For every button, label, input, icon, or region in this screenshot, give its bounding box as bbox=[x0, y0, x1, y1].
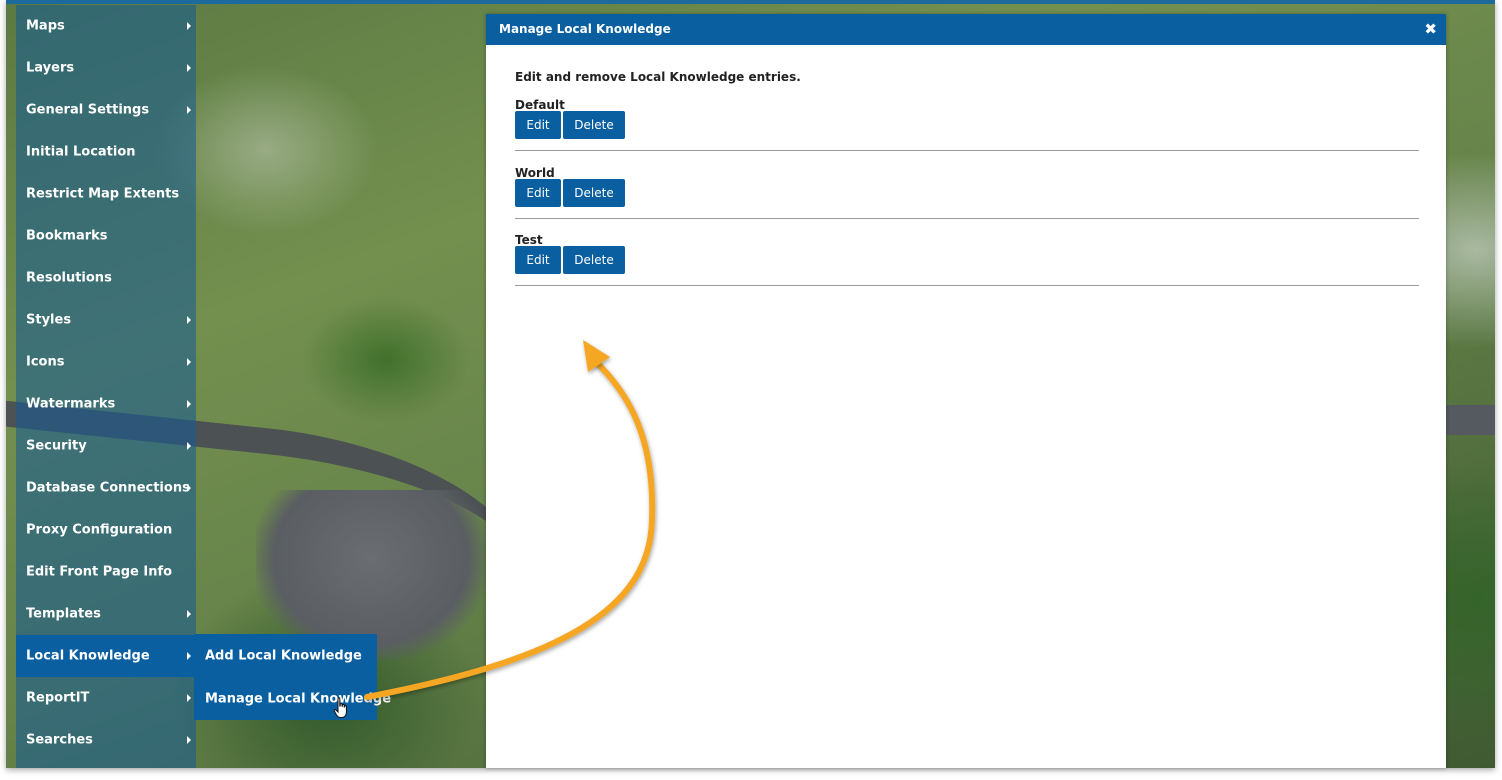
menu-item-searches[interactable]: Searches bbox=[16, 719, 196, 761]
entry-test: Test Edit Delete bbox=[515, 233, 1419, 301]
top-border bbox=[6, 0, 1495, 4]
manage-local-knowledge-dialog: Manage Local Knowledge ✖ Edit and remove… bbox=[486, 14, 1446, 768]
chevron-right-icon bbox=[187, 400, 191, 408]
local-knowledge-submenu: Add Local Knowledge Manage Local Knowled… bbox=[194, 634, 391, 720]
map-road-right bbox=[1446, 405, 1495, 435]
edit-button[interactable]: Edit bbox=[515, 246, 561, 274]
menu-item-layers[interactable]: Layers bbox=[16, 47, 196, 89]
delete-button[interactable]: Delete bbox=[563, 246, 625, 274]
menu-item-local-knowledge[interactable]: Local Knowledge bbox=[16, 635, 196, 677]
chevron-right-icon bbox=[187, 442, 191, 450]
chevron-right-icon bbox=[187, 736, 191, 744]
divider bbox=[515, 285, 1419, 286]
delete-button[interactable]: Delete bbox=[563, 179, 625, 207]
menu-item-resolutions[interactable]: Resolutions bbox=[16, 257, 196, 299]
settings-menu: Maps Layers General Settings Initial Loc… bbox=[16, 5, 196, 768]
menu-item-label: Local Knowledge bbox=[26, 648, 150, 664]
divider bbox=[515, 218, 1419, 219]
menu-item-styles[interactable]: Styles bbox=[16, 299, 196, 341]
chevron-right-icon bbox=[187, 316, 191, 324]
menu-item-label: Icons bbox=[26, 354, 65, 370]
delete-button[interactable]: Delete bbox=[563, 111, 625, 139]
entry-default: Default Edit Delete bbox=[515, 98, 1419, 166]
menu-item-label: Styles bbox=[26, 312, 72, 328]
menu-item-templates[interactable]: Templates bbox=[16, 593, 196, 635]
edit-button[interactable]: Edit bbox=[515, 111, 561, 139]
menu-item-label: Resolutions bbox=[26, 270, 112, 286]
menu-item-icons[interactable]: Icons bbox=[16, 341, 196, 383]
menu-item-label: Layers bbox=[26, 60, 75, 76]
menu-item-restrict-map-extents[interactable]: Restrict Map Extents bbox=[16, 173, 196, 215]
menu-item-maps[interactable]: Maps bbox=[16, 5, 196, 47]
submenu-item-add-local-knowledge[interactable]: Add Local Knowledge bbox=[194, 634, 377, 677]
menu-item-label: Edit Front Page Info bbox=[26, 564, 173, 580]
menu-item-label: Watermarks bbox=[26, 396, 116, 412]
dialog-header: Manage Local Knowledge ✖ bbox=[486, 14, 1446, 45]
submenu-item-manage-local-knowledge[interactable]: Manage Local Knowledge bbox=[194, 677, 391, 720]
menu-item-general-settings[interactable]: General Settings bbox=[16, 89, 196, 131]
menu-item-watermarks[interactable]: Watermarks bbox=[16, 383, 196, 425]
entry-name: Default bbox=[515, 98, 565, 112]
entry-name: Test bbox=[515, 233, 543, 247]
menu-item-label: Maps bbox=[26, 18, 65, 34]
menu-item-label: ReportIT bbox=[26, 690, 90, 706]
menu-item-label: Searches bbox=[26, 732, 93, 748]
chevron-right-icon bbox=[187, 484, 191, 492]
submenu-item-label: Manage Local Knowledge bbox=[205, 691, 392, 706]
menu-item-label: Restrict Map Extents bbox=[26, 186, 180, 202]
chevron-right-icon bbox=[187, 358, 191, 366]
menu-item-label: Bookmarks bbox=[26, 228, 108, 244]
menu-item-bookmarks[interactable]: Bookmarks bbox=[16, 215, 196, 257]
menu-item-reportit[interactable]: ReportIT bbox=[16, 677, 196, 719]
entry-name: World bbox=[515, 166, 555, 180]
menu-item-label: Templates bbox=[26, 606, 101, 622]
submenu-item-label: Add Local Knowledge bbox=[205, 648, 362, 663]
chevron-right-icon bbox=[187, 64, 191, 72]
chevron-right-icon bbox=[187, 106, 191, 114]
close-icon[interactable]: ✖ bbox=[1424, 20, 1437, 38]
dialog-intro-text: Edit and remove Local Knowledge entries. bbox=[515, 70, 801, 84]
menu-item-database-connections[interactable]: Database Connections bbox=[16, 467, 196, 509]
menu-item-label: Initial Location bbox=[26, 144, 136, 160]
chevron-right-icon bbox=[187, 22, 191, 30]
menu-item-initial-location[interactable]: Initial Location bbox=[16, 131, 196, 173]
menu-item-security[interactable]: Security bbox=[16, 425, 196, 467]
menu-item-edit-front-page-info[interactable]: Edit Front Page Info bbox=[16, 551, 196, 593]
menu-item-label: Security bbox=[26, 438, 87, 454]
chevron-right-icon bbox=[187, 694, 191, 702]
entry-world: World Edit Delete bbox=[515, 166, 1419, 234]
menu-item-proxy-configuration[interactable]: Proxy Configuration bbox=[16, 509, 196, 551]
divider bbox=[515, 150, 1419, 151]
hand-pointer-icon bbox=[333, 697, 347, 718]
edit-button[interactable]: Edit bbox=[515, 179, 561, 207]
chevron-right-icon bbox=[187, 610, 191, 618]
dialog-title: Manage Local Knowledge bbox=[499, 22, 671, 36]
chevron-right-icon bbox=[187, 652, 191, 660]
menu-item-label: General Settings bbox=[26, 102, 150, 118]
menu-item-label: Database Connections bbox=[26, 480, 190, 496]
menu-item-label: Proxy Configuration bbox=[26, 522, 173, 538]
